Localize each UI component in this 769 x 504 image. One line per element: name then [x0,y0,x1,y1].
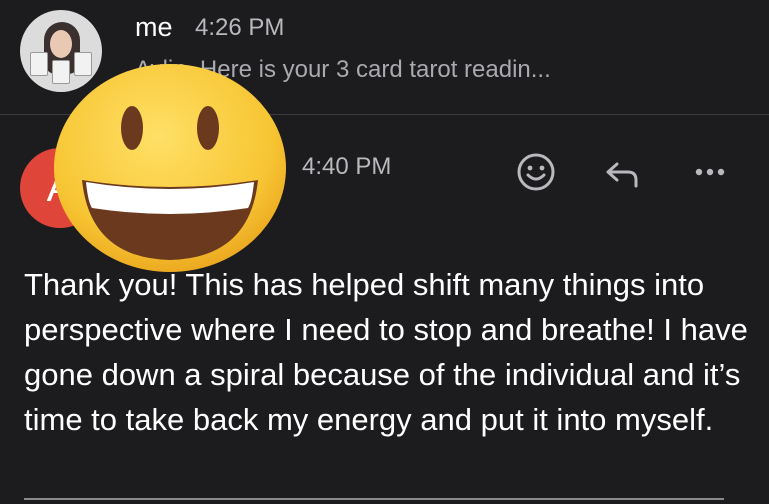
avatar-tarot-card [30,52,48,76]
smiley-react-icon [517,153,555,191]
grinning-face-emoji-icon [54,64,286,272]
message-time: 4:40 PM [302,153,392,180]
more-options-button[interactable] [686,148,734,196]
sender-name: me [135,12,173,42]
email-thread-screen: me 4:26 PM Aylin, Here is your 3 card ta… [0,0,769,504]
avatar-face [50,30,72,58]
more-options-icon [695,168,725,176]
reply-button[interactable] [598,148,646,196]
react-button[interactable] [512,148,560,196]
bottom-divider [24,498,724,500]
message-time: 4:26 PM [195,14,285,41]
reply-arrow-icon [606,162,638,188]
message-body: Thank you! This has helped shift many th… [24,267,748,437]
